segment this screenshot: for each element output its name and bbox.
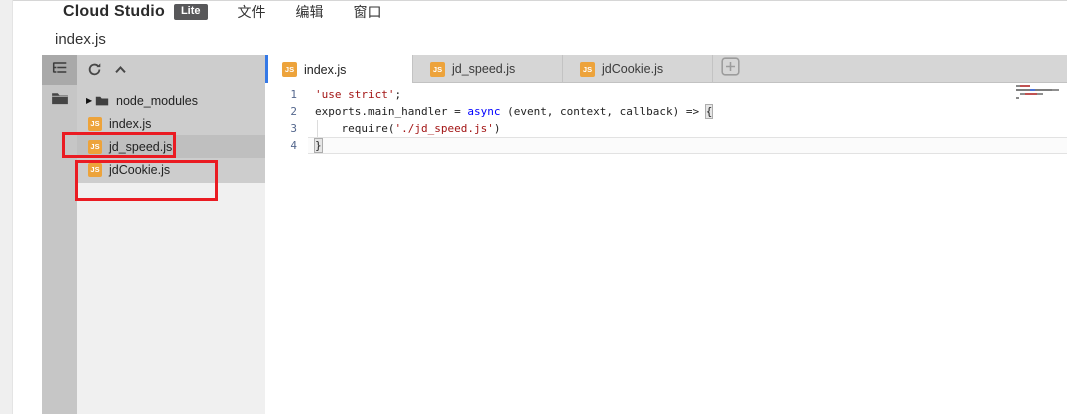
code-line-1[interactable]: 1'use strict'; <box>265 86 1067 103</box>
file-tree: ▶ node_modules JS index.js JS jd_speed.js JS jd… <box>77 89 265 181</box>
code-line-3[interactable]: 3 require('./jd_speed.js') <box>265 120 1067 137</box>
line-number: 4 <box>265 137 297 154</box>
tree-item-label: jd_speed.js <box>109 140 172 154</box>
code-lines: 1'use strict';2exports.main_handler = as… <box>265 86 1067 154</box>
tab-index.js[interactable]: JS index.js <box>265 55 413 84</box>
menu-item-0[interactable]: 文件 <box>238 2 266 22</box>
tab-jd_speed.js[interactable]: JS jd_speed.js <box>413 55 563 83</box>
breadcrumb-bar: index.js <box>13 23 1067 55</box>
chevron-right-icon[interactable]: ▶ <box>86 97 95 105</box>
app-window: Cloud Studio Lite 文件 编辑 窗口 index.js <box>0 0 1067 414</box>
plus-icon <box>721 57 740 81</box>
tab-label: jdCookie.js <box>602 62 663 76</box>
activity-folder-button[interactable] <box>42 85 77 115</box>
line-number: 1 <box>265 86 297 103</box>
code-line-4[interactable]: 4} <box>265 137 1067 154</box>
editor-area: JS index.js JS jd_speed.js JS jdCookie.js 1 'u… <box>265 55 1067 414</box>
minimap <box>1016 85 1062 101</box>
page-left-gutter <box>0 0 13 414</box>
js-file-icon: JS <box>88 163 102 177</box>
menu-items: 文件 编辑 窗口 <box>238 2 412 22</box>
tab-jdCookie.js[interactable]: JS jdCookie.js <box>563 55 713 83</box>
js-file-icon: JS <box>88 117 102 131</box>
file-tree-icon <box>51 60 69 80</box>
collapse-up-icon[interactable] <box>111 60 129 78</box>
app-logo: Cloud Studio <box>63 3 165 21</box>
refresh-icon[interactable] <box>85 60 103 78</box>
tab-bar: JS index.js JS jd_speed.js JS jdCookie.js <box>265 55 1067 83</box>
lite-badge: Lite <box>174 4 208 20</box>
code-string: 'use strict' <box>315 88 394 101</box>
tree-item-node_modules[interactable]: ▶ node_modules <box>77 89 265 112</box>
tree-item-label: jdCookie.js <box>109 163 170 177</box>
code-keyword: async <box>467 105 500 118</box>
folder-icon <box>95 95 109 106</box>
code-bracket: { <box>706 105 713 118</box>
code-editor[interactable]: 1'use strict';2exports.main_handler = as… <box>265 83 1067 414</box>
breadcrumb: index.js <box>55 31 106 48</box>
menu-item-1[interactable]: 编辑 <box>296 2 324 22</box>
code-string: './jd_speed.js' <box>394 122 493 135</box>
tree-item-index.js[interactable]: JS index.js <box>77 112 265 135</box>
explorer-toolbar <box>77 55 265 83</box>
tab-label: jd_speed.js <box>452 62 515 76</box>
tree-item-label: index.js <box>109 117 151 131</box>
folder-icon <box>51 91 69 110</box>
tab-label: index.js <box>304 63 346 77</box>
code-line-2[interactable]: 2exports.main_handler = async (event, co… <box>265 103 1067 120</box>
tree-item-jd_speed.js[interactable]: JS jd_speed.js <box>77 135 265 158</box>
activity-file-tree-button[interactable] <box>42 55 77 85</box>
menu-bar: Cloud Studio Lite 文件 编辑 窗口 <box>13 0 1067 23</box>
new-tab-button[interactable] <box>713 55 747 83</box>
menu-item-2[interactable]: 窗口 <box>354 2 382 22</box>
js-file-icon: JS <box>580 62 595 77</box>
activity-bar <box>42 55 77 414</box>
tree-item-jdCookie.js[interactable]: JS jdCookie.js <box>77 158 265 181</box>
js-file-icon: JS <box>88 140 102 154</box>
tree-item-label: node_modules <box>116 94 198 108</box>
js-file-icon: JS <box>430 62 445 77</box>
line-number: 2 <box>265 103 297 120</box>
js-file-icon: JS <box>282 62 297 77</box>
code-bracket: } <box>315 139 322 152</box>
line-number: 3 <box>265 120 297 137</box>
file-explorer: ▶ node_modules JS index.js JS jd_speed.js JS jd… <box>77 55 265 414</box>
